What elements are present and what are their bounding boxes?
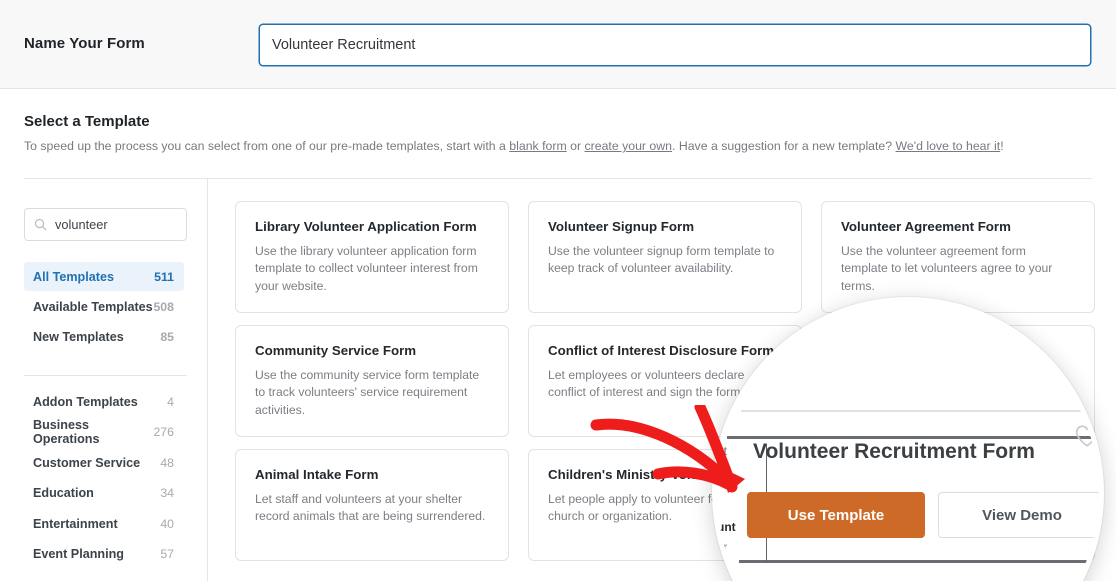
view-demo-button[interactable]: View Demo	[938, 492, 1099, 538]
magnifier-card-border-lower	[739, 560, 1099, 563]
sidebar-item-count: 57	[160, 547, 174, 562]
primary-nav-list: All Templates 511 Available Templates 50…	[0, 262, 208, 352]
sidebar-divider	[24, 375, 187, 376]
desc-text-3: . Have a suggestion for a new template?	[672, 139, 896, 153]
template-card-title: Community Service Form	[255, 343, 417, 358]
category-nav-list: Addon Templates 4 Business Operations 27…	[0, 387, 208, 570]
sidebar-item-count: 276	[153, 425, 174, 440]
sidebar-item-count: 34	[160, 486, 174, 501]
sliver-text-3: er	[717, 542, 728, 554]
search-icon	[34, 218, 47, 231]
sidebar-item-label: Available Templates	[33, 299, 153, 314]
sidebar-item-label: Event Planning	[33, 547, 124, 562]
sidebar-item-business-operations[interactable]: Business Operations 276	[24, 418, 184, 448]
sidebar-item-all-templates[interactable]: All Templates 511	[24, 262, 184, 291]
blank-form-link[interactable]: blank form	[509, 139, 566, 153]
use-template-button[interactable]: Use Template	[747, 492, 925, 538]
zoom-callout-magnifier: nt unt er Volunteer Recruitment Form Use…	[712, 297, 1104, 581]
magnified-template-title: Volunteer Recruitment Form	[753, 440, 1035, 463]
sidebar-item-label: Education	[33, 486, 94, 501]
sidebar-item-count: 40	[160, 516, 174, 531]
template-card-title: Volunteer Signup Form	[548, 219, 695, 234]
sidebar-item-count: 4	[167, 394, 174, 409]
sidebar-item-education[interactable]: Education 34	[24, 479, 184, 509]
name-your-form-label: Name Your Form	[24, 35, 145, 52]
sidebar-item-addon-templates[interactable]: Addon Templates 4	[24, 387, 184, 417]
sidebar-item-label: All Templates	[33, 269, 114, 284]
sidebar-item-count: 48	[160, 455, 174, 470]
sidebar-item-label: Entertainment	[33, 516, 118, 531]
create-your-own-link[interactable]: create your own	[585, 139, 673, 153]
template-category-sidebar: All Templates 511 Available Templates 50…	[0, 179, 208, 581]
sidebar-item-count: 85	[160, 329, 174, 344]
sliver-text-1: nt	[717, 444, 728, 458]
desc-text-1: To speed up the process you can select f…	[24, 139, 510, 153]
template-search-box[interactable]	[24, 208, 187, 241]
sidebar-item-label: Customer Service	[33, 455, 141, 470]
wed-love-to-hear-it-link[interactable]: We'd love to hear it	[896, 139, 1001, 153]
template-card-title: Volunteer Agreement Form	[841, 219, 1011, 234]
template-search-input[interactable]	[55, 217, 173, 232]
desc-text-2: or	[566, 139, 585, 153]
sidebar-item-customer-service[interactable]: Customer Service 48	[24, 448, 184, 478]
sliver-text-2: unt	[717, 520, 736, 534]
template-card[interactable]: Volunteer Signup Form Use the volunteer …	[528, 201, 802, 313]
sidebar-item-count: 508	[153, 299, 174, 314]
magnifier-content: nt unt er Volunteer Recruitment Form Use…	[717, 302, 1099, 581]
form-name-field-wrapper	[259, 24, 1091, 66]
template-row: Library Volunteer Application Form Use t…	[235, 201, 1095, 313]
template-card[interactable]: Community Service Form Use the community…	[235, 325, 509, 437]
heart-icon[interactable]	[1074, 424, 1100, 448]
form-name-input[interactable]	[259, 24, 1091, 66]
sidebar-item-label: Addon Templates	[33, 394, 138, 409]
template-card-title: Animal Intake Form	[255, 467, 379, 482]
select-a-template-heading: Select a Template	[24, 113, 150, 130]
desc-text-4: !	[1000, 139, 1004, 153]
template-card[interactable]: Animal Intake Form Let staff and volunte…	[235, 449, 509, 561]
sidebar-item-count: 511	[154, 269, 174, 284]
template-card-description: Use the volunteer signup form template t…	[548, 244, 775, 276]
sidebar-item-label: New Templates	[33, 329, 124, 344]
sidebar-item-entertainment[interactable]: Entertainment 40	[24, 509, 184, 539]
sidebar-item-new-templates[interactable]: New Templates 85	[24, 322, 184, 351]
sidebar-item-event-planning[interactable]: Event Planning 57	[24, 540, 184, 570]
select-a-template-description: To speed up the process you can select f…	[24, 139, 1004, 153]
form-template-selection-page: Name Your Form Select a Template To spee…	[0, 0, 1116, 581]
sidebar-item-label: Business Operations	[33, 418, 100, 447]
template-card-description: Use the volunteer agreement form templat…	[841, 244, 1053, 293]
template-card[interactable]: Volunteer Agreement Form Use the volunte…	[821, 201, 1095, 313]
template-card-description: Use the community service form template …	[255, 368, 480, 417]
template-card-title: Library Volunteer Application Form	[255, 219, 477, 234]
sidebar-item-available-templates[interactable]: Available Templates 508	[24, 292, 184, 321]
name-your-form-header: Name Your Form	[0, 0, 1116, 89]
template-card[interactable]: Library Volunteer Application Form Use t…	[235, 201, 509, 313]
template-card-description: Let staff and volunteers at your shelter…	[255, 492, 486, 524]
template-card-description: Use the library volunteer application fo…	[255, 244, 478, 293]
magnifier-card-edge-top	[741, 410, 1099, 412]
magnifier-card-border-upper	[727, 436, 1099, 439]
